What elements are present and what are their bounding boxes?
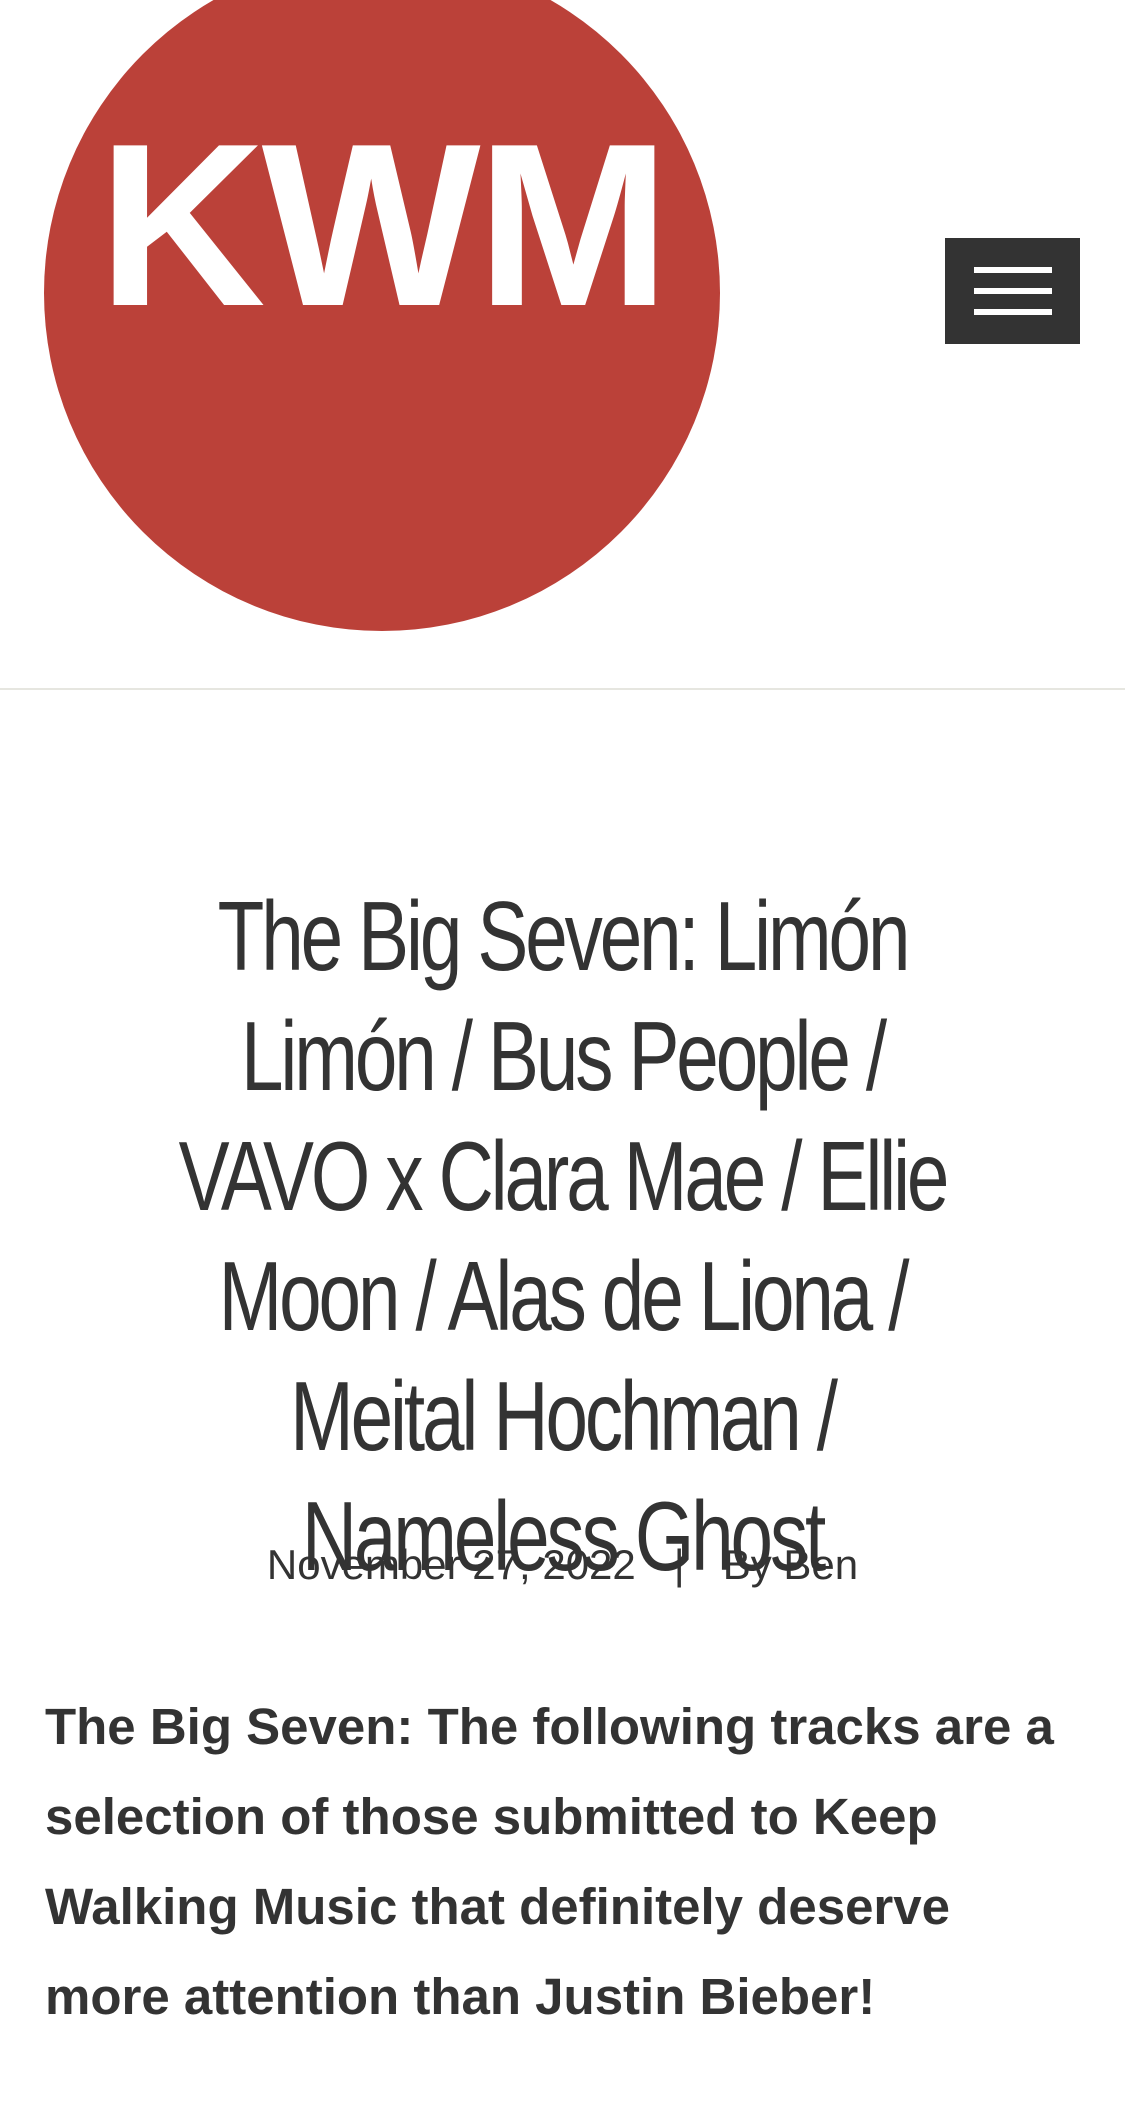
author-link[interactable]: Ben bbox=[783, 1541, 858, 1588]
hamburger-menu-icon bbox=[974, 267, 1052, 315]
author-prefix: By bbox=[722, 1541, 772, 1588]
site-logo[interactable]: KWM bbox=[44, 0, 720, 631]
post-meta: November 27, 2022 | By Ben bbox=[0, 1540, 1125, 1590]
post-intro: The Big Seven: The following tracks are … bbox=[45, 1698, 1054, 2025]
logo-text: KWM bbox=[98, 96, 670, 355]
meta-separator: | bbox=[673, 1541, 685, 1588]
post-title: The Big Seven: Limón Limón / Bus People … bbox=[178, 881, 950, 1591]
menu-toggle-button[interactable] bbox=[945, 238, 1080, 344]
post-date-link[interactable]: November 27, 2022 bbox=[267, 1541, 636, 1588]
site-header: KWM bbox=[0, 0, 1125, 690]
